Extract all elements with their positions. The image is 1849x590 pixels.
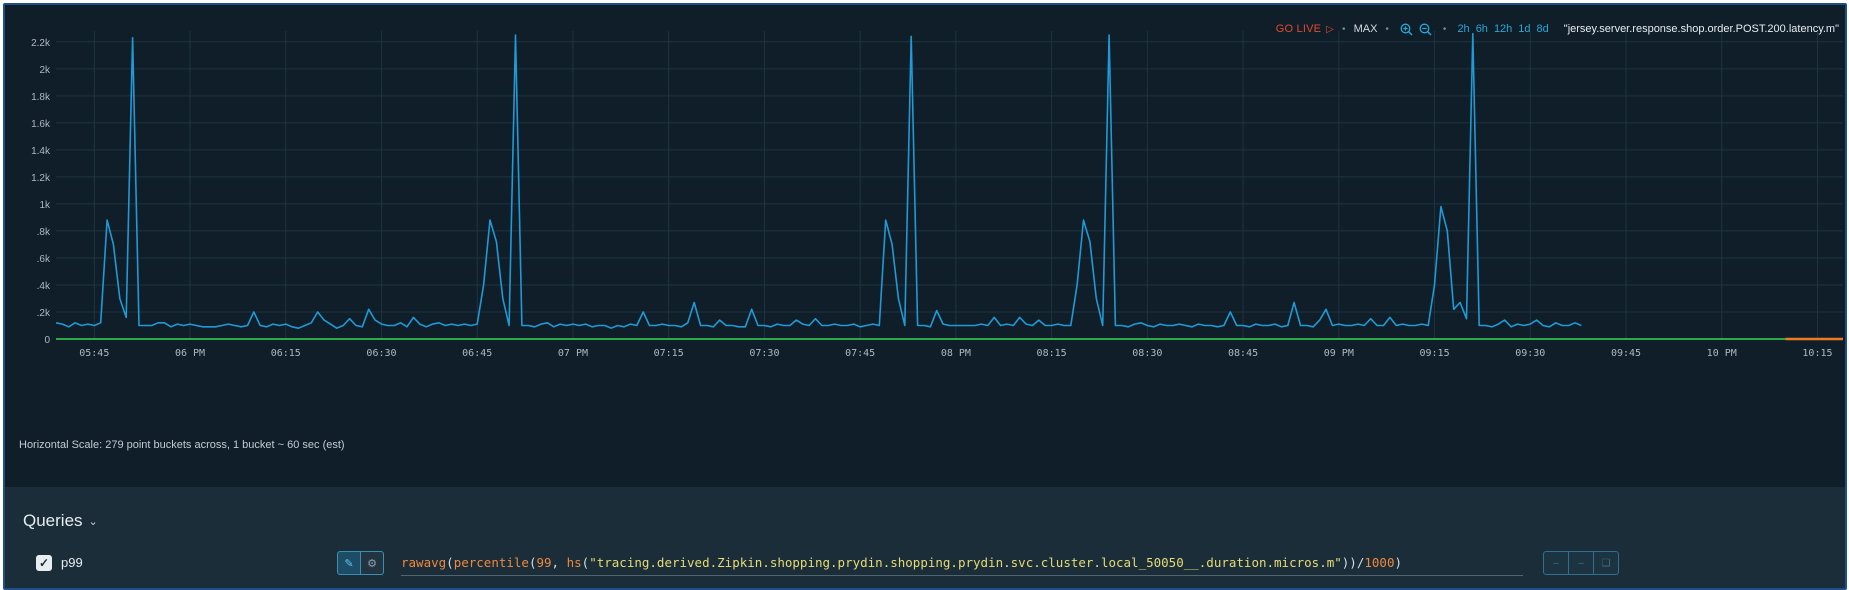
y-tick-label: .4k: [37, 281, 51, 292]
x-tick-label: 07:30: [749, 348, 779, 359]
toolbar-separator: •: [1385, 23, 1389, 35]
x-tick-label: 10 PM: [1707, 348, 1737, 359]
x-tick-label: 09 PM: [1324, 348, 1354, 359]
query-settings-button[interactable]: ⚙: [361, 551, 384, 575]
queries-title: Queries: [23, 511, 83, 530]
x-tick-label: 09:15: [1419, 348, 1449, 359]
series-line[interactable]: [55, 32, 1582, 330]
horizontal-scale-info: Horizontal Scale: 279 point buckets acro…: [19, 439, 345, 451]
query-token: ): [1394, 555, 1403, 570]
toolbar-separator: •: [1442, 23, 1447, 35]
zoom-out-icon[interactable]: [1419, 23, 1432, 36]
y-tick-label: 2k: [39, 65, 51, 76]
chart-toolbar: GO LIVE ▷ • MAX • • 2h 6h 12h 1d 8d "jersey.s…: [1276, 20, 1839, 38]
max-button[interactable]: MAX: [1354, 23, 1378, 35]
y-tick-label: 1.6k: [31, 119, 51, 130]
query-token: 1000: [1364, 555, 1395, 570]
y-tick-label: 2.2k: [31, 38, 51, 49]
query-enabled-checkbox[interactable]: ✓: [36, 555, 52, 571]
query-input[interactable]: rawavg(percentile(99, hs("tracing.derive…: [401, 551, 1523, 576]
latency-chart[interactable]: 0 .2k .4k .6k .8k 1k 1.2k 1.4k 1.6k 1.8k 2k 2.2k 05:…: [5, 5, 1845, 435]
query-token: )): [1341, 555, 1357, 570]
y-tick-label: 0: [44, 335, 50, 346]
y-tick-label: .8k: [37, 227, 51, 238]
gear-icon: ⚙: [367, 557, 377, 570]
query-token: hs: [566, 555, 582, 570]
chart-panel: 0 .2k .4k .6k .8k 1k 1.2k 1.4k 1.6k 1.8k 2k 2.2k 05:…: [5, 5, 1845, 487]
query-move-down-button[interactable]: –: [1569, 551, 1594, 575]
metric-name: "jersey.server.response.shop.order.POST.…: [1563, 23, 1839, 35]
x-tick-label: 08:45: [1228, 348, 1258, 359]
query-edit-button[interactable]: ✎: [337, 551, 361, 575]
range-6h[interactable]: 6h: [1476, 23, 1488, 35]
go-live-button[interactable]: GO LIVE ▷: [1276, 23, 1334, 35]
toolbar-separator: •: [1342, 23, 1346, 35]
query-name[interactable]: p99: [61, 555, 83, 570]
range-12h[interactable]: 12h: [1494, 23, 1512, 35]
time-range-list: 2h 6h 12h 1d 8d: [1454, 23, 1551, 35]
copy-icon: ❏: [1601, 557, 1611, 569]
y-tick-label: .6k: [37, 254, 51, 265]
y-tick-label: 1.2k: [31, 173, 51, 184]
y-tick-label: 1.4k: [31, 146, 51, 157]
x-tick-label: 07 PM: [558, 348, 588, 359]
x-tick-label: 06:45: [462, 348, 492, 359]
queries-toggle[interactable]: Queries ⌄: [23, 511, 98, 531]
x-tick-label: 08 PM: [941, 348, 971, 359]
queries-panel: Queries ⌄ ✓ p99 ✎ ⚙ rawavg(percentile(99…: [5, 487, 1845, 588]
query-copy-button[interactable]: ❏: [1594, 551, 1619, 575]
chevron-up-icon: –: [1553, 557, 1559, 569]
query-token: rawavg: [401, 555, 447, 570]
query-token: "tracing.derived.Zipkin.shopping.prydin.…: [589, 555, 1342, 570]
range-8d[interactable]: 8d: [1537, 23, 1549, 35]
x-tick-label: 06:15: [271, 348, 301, 359]
query-move-up-button[interactable]: –: [1543, 551, 1569, 575]
play-icon: ▷: [1326, 23, 1335, 35]
chevron-down-icon: –: [1578, 557, 1584, 569]
app-frame: 0 .2k .4k .6k .8k 1k 1.2k 1.4k 1.6k 1.8k 2k 2.2k 05:…: [3, 3, 1847, 590]
x-tick-label: 08:15: [1037, 348, 1067, 359]
range-1d[interactable]: 1d: [1518, 23, 1530, 35]
x-tick-label: 06 PM: [175, 348, 205, 359]
y-tick-label: 1.8k: [31, 92, 51, 103]
x-tick-label: 06:30: [366, 348, 396, 359]
y-tick-label: .2k: [37, 308, 51, 319]
query-token: (: [446, 555, 454, 570]
x-tick-label: 09:45: [1611, 348, 1641, 359]
query-row: ✓ p99 ✎ ⚙ rawavg(percentile(99, hs("trac…: [5, 549, 1845, 579]
query-token: 99: [536, 555, 552, 570]
query-actions: – – ❏: [1543, 551, 1619, 575]
range-2h[interactable]: 2h: [1457, 23, 1469, 35]
x-tick-label: 07:15: [654, 348, 684, 359]
query-token: percentile: [453, 555, 529, 570]
chevron-down-icon: ⌄: [88, 515, 98, 528]
go-live-label: GO LIVE: [1275, 23, 1322, 35]
x-tick-label: 08:30: [1132, 348, 1162, 359]
y-tick-label: 1k: [39, 200, 51, 211]
zoom-in-icon[interactable]: [1400, 23, 1413, 36]
x-tick-label: 10:15: [1802, 348, 1832, 359]
query-mode-buttons: ✎ ⚙: [337, 551, 384, 575]
query-token: ,: [551, 555, 567, 570]
x-tick-label: 05:45: [79, 348, 109, 359]
x-tick-label: 07:45: [845, 348, 875, 359]
pencil-icon: ✎: [344, 557, 354, 570]
x-tick-label: 09:30: [1515, 348, 1545, 359]
